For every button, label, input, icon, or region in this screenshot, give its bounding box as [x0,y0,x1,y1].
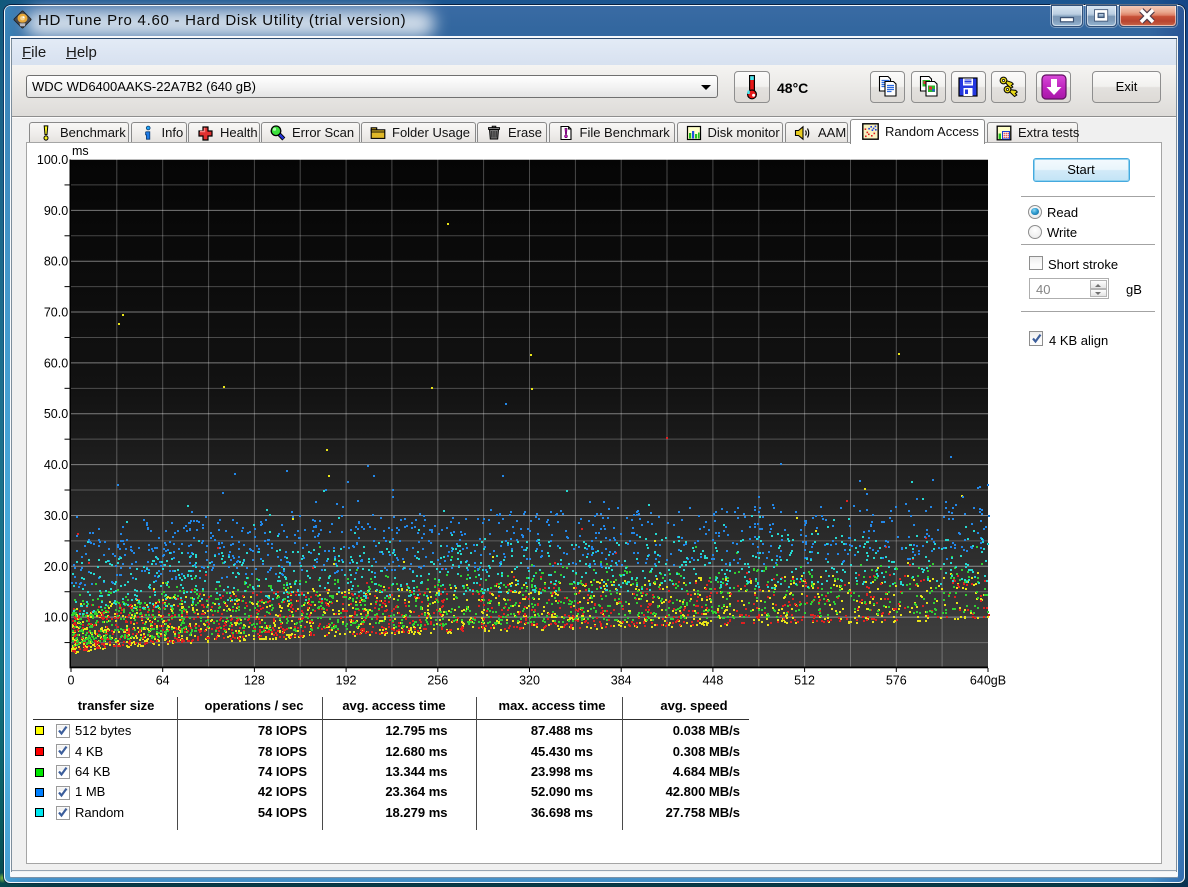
svg-text:100.0: 100.0 [37,153,68,167]
svg-text:70.0: 70.0 [44,306,68,320]
svg-text:320: 320 [519,674,540,688]
svg-text:256: 256 [427,674,448,688]
svg-text:90.0: 90.0 [44,204,68,218]
svg-text:30.0: 30.0 [44,509,68,523]
svg-text:40.0: 40.0 [44,458,68,472]
svg-text:50.0: 50.0 [44,407,68,421]
svg-text:640gB: 640gB [970,674,1006,688]
svg-text:ms: ms [72,144,89,158]
svg-text:128: 128 [244,674,265,688]
svg-text:448: 448 [702,674,723,688]
svg-text:64: 64 [156,674,170,688]
svg-text:576: 576 [886,674,907,688]
svg-text:192: 192 [336,674,357,688]
svg-text:60.0: 60.0 [44,356,68,370]
svg-text:0: 0 [68,674,75,688]
svg-text:10.0: 10.0 [44,611,68,625]
svg-text:512: 512 [794,674,815,688]
svg-text:80.0: 80.0 [44,255,68,269]
svg-text:384: 384 [611,674,632,688]
svg-text:20.0: 20.0 [44,560,68,574]
